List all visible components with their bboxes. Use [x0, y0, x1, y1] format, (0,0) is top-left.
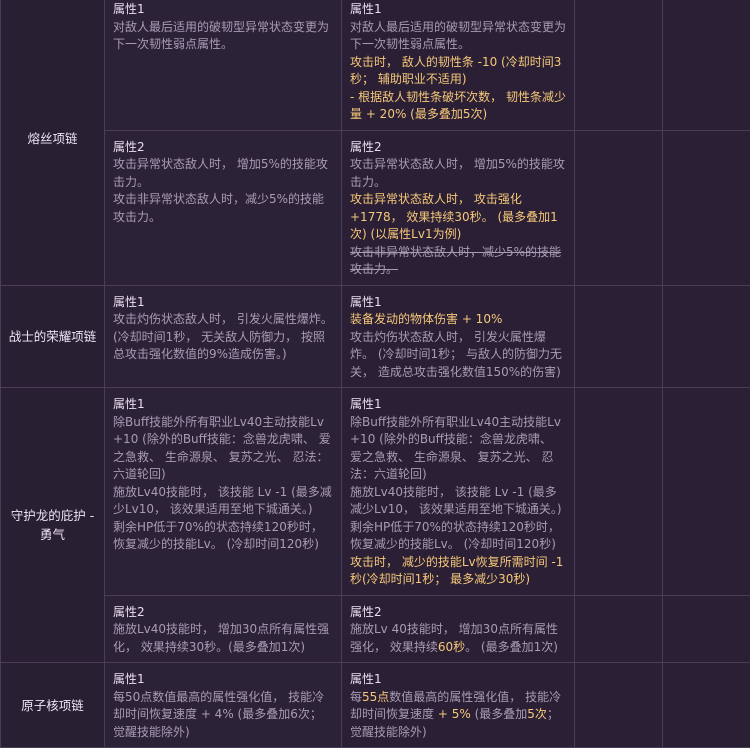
- old-effect-title: 属性2: [113, 139, 333, 157]
- old-effect-line: 剩余HP低于70%的状态持续120秒时， 恢复减少的技能Lv。 (冷却时间120…: [113, 519, 333, 554]
- effect-text: 攻击异常状态敌人时， 增加5%的技能攻击力。: [350, 157, 565, 189]
- new-effect-line: 攻击异常状态敌人时， 增加5%的技能攻击力。: [350, 156, 566, 191]
- effect-text: 施放Lv40技能时， 该技能 Lv -1 (最多减少Lv10， 该效果适用至地下…: [350, 485, 562, 517]
- effect-text: 剩余HP低于70%的状态持续120秒时， 恢复减少的技能Lv。 (冷却时间120…: [350, 520, 560, 552]
- item-name-cell: 守护龙的庇护 - 勇气: [1, 388, 105, 663]
- new-effect-line: 对敌人最后适用的破韧型异常状态变更为下一次韧性弱点属性。: [350, 19, 566, 54]
- empty-cell: [663, 130, 750, 285]
- item-name-cell: 熔丝项链: [1, 0, 105, 285]
- new-effect-cell: 属性2施放Lv 40技能时， 增加30点所有属性强化， 效果持续60秒。 (最多…: [342, 595, 575, 663]
- new-effect-title: 属性1: [350, 1, 566, 19]
- old-effect-title: 属性1: [113, 1, 333, 19]
- empty-cell: [663, 0, 750, 130]
- comparison-table: 熔丝项链属性1对敌人最后适用的破韧型异常状态变更为下一次韧性弱点属性。属性1对敌…: [0, 0, 750, 748]
- effect-text: 对敌人最后适用的破韧型异常状态变更为下一次韧性弱点属性。: [350, 20, 566, 52]
- old-effect-line: 攻击灼伤状态敌人时， 引发火属性爆炸。 (冷却时间1秒， 无关敌人防御力， 按照…: [113, 311, 333, 364]
- new-effect-cell: 属性1装备发动的物体伤害 + 10% 攻击灼伤状态敌人时， 引发火属性爆炸。 (冷…: [342, 285, 575, 388]
- new-effect-cell: 属性1对敌人最后适用的破韧型异常状态变更为下一次韧性弱点属性。攻击时， 敌人的韧…: [342, 0, 575, 130]
- new-effect-cell: 属性1每55点数值最高的属性强化值， 技能冷却时间恢复速度 + 5% (最多叠加…: [342, 663, 575, 748]
- new-effect-line: 每55点数值最高的属性强化值， 技能冷却时间恢复速度 + 5% (最多叠加5次；…: [350, 689, 566, 742]
- empty-cell: [575, 388, 663, 596]
- effect-text: 攻击灼伤状态敌人时， 引发火属性爆炸。 (冷却时间1秒； 与敌人的防御力无关， …: [350, 330, 562, 379]
- new-effect-line: 攻击时， 敌人的韧性条 -10 (冷却时间3秒； 辅助职业不适用): [350, 54, 566, 89]
- old-effect-line: 除Buff技能外所有职业Lv40主动技能Lv +10 (除外的Buff技能：念兽…: [113, 414, 333, 484]
- effect-text: 。 (最多叠加1次): [465, 640, 558, 654]
- empty-cell: [575, 595, 663, 663]
- empty-cell: [663, 663, 750, 748]
- new-effect-cell: 属性2攻击异常状态敌人时， 增加5%的技能攻击力。攻击异常状态敌人时， 攻击强化…: [342, 130, 575, 285]
- effect-text: + 5%: [434, 707, 471, 721]
- new-effect-line: 剩余HP低于70%的状态持续120秒时， 恢复减少的技能Lv。 (冷却时间120…: [350, 519, 566, 554]
- effect-text: - 根据敌人韧性条破坏次数， 韧性条减少量 + 20% (最多叠加5次): [350, 90, 566, 122]
- new-effect-title: 属性2: [350, 139, 566, 157]
- table-row: 守护龙的庇护 - 勇气属性1除Buff技能外所有职业Lv40主动技能Lv +10…: [1, 388, 750, 596]
- old-effect-cell: 属性2攻击异常状态敌人时， 增加5%的技能攻击力。攻击非异常状态敌人时，减少5%…: [105, 130, 342, 285]
- old-effect-cell: 属性1攻击灼伤状态敌人时， 引发火属性爆炸。 (冷却时间1秒， 无关敌人防御力，…: [105, 285, 342, 388]
- table-row: 属性2攻击异常状态敌人时， 增加5%的技能攻击力。攻击非异常状态敌人时，减少5%…: [1, 130, 750, 285]
- old-effect-line: 攻击异常状态敌人时， 增加5%的技能攻击力。: [113, 156, 333, 191]
- table-row: 熔丝项链属性1对敌人最后适用的破韧型异常状态变更为下一次韧性弱点属性。属性1对敌…: [1, 0, 750, 130]
- effect-text: 55点: [362, 690, 389, 704]
- table-row: 原子核项链属性1每50点数值最高的属性强化值， 技能冷却时间恢复速度 + 4% …: [1, 663, 750, 748]
- effect-text: 攻击时， 减少的技能Lv恢复所需时间 -1秒(冷却时间1秒； 最多减少30秒): [350, 555, 563, 587]
- new-effect-line: - 根据敌人韧性条破坏次数， 韧性条减少量 + 20% (最多叠加5次): [350, 89, 566, 124]
- table-row: 属性2施放Lv40技能时， 增加30点所有属性强化， 效果持续30秒。(最多叠加…: [1, 595, 750, 663]
- effect-text: 5次: [527, 707, 547, 721]
- old-effect-line: 施放Lv40技能时， 增加30点所有属性强化， 效果持续30秒。(最多叠加1次): [113, 621, 333, 656]
- new-effect-title: 属性2: [350, 604, 566, 622]
- new-effect-line: 施放Lv40技能时， 该技能 Lv -1 (最多减少Lv10， 该效果适用至地下…: [350, 484, 566, 519]
- new-effect-line: 除Buff技能外所有职业Lv40主动技能Lv +10 (除外的Buff技能：念兽…: [350, 414, 566, 484]
- empty-cell: [575, 285, 663, 388]
- new-effect-line: 攻击非异常状态敌人时，减少5%的技能攻击力。: [350, 244, 566, 279]
- new-effect-line: 施放Lv 40技能时， 增加30点所有属性强化， 效果持续60秒。 (最多叠加1…: [350, 621, 566, 656]
- new-effect-line: 攻击异常状态敌人时， 攻击强化 +1778， 效果持续30秒。 (最多叠加1次)…: [350, 191, 566, 244]
- item-name-cell: 原子核项链: [1, 663, 105, 748]
- effect-text: 攻击时， 敌人的韧性条 -10 (冷却时间3秒； 辅助职业不适用): [350, 55, 561, 87]
- old-effect-title: 属性1: [113, 396, 333, 414]
- table-row: 战士的荣耀项链属性1攻击灼伤状态敌人时， 引发火属性爆炸。 (冷却时间1秒， 无…: [1, 285, 750, 388]
- old-effect-title: 属性1: [113, 294, 333, 312]
- old-effect-line: 攻击非异常状态敌人时，减少5%的技能攻击力。: [113, 191, 333, 226]
- old-effect-line: 每50点数值最高的属性强化值， 技能冷却时间恢复速度 + 4% (最多叠加6次；…: [113, 689, 333, 742]
- old-effect-line: 施放Lv40技能时， 该技能 Lv -1 (最多减少Lv10， 该效果适用至地下…: [113, 484, 333, 519]
- effect-text: 每: [350, 690, 362, 704]
- empty-cell: [663, 285, 750, 388]
- old-effect-title: 属性2: [113, 604, 333, 622]
- effect-text: 装备发动的物体伤害 + 10%: [350, 312, 502, 326]
- old-effect-cell: 属性2施放Lv40技能时， 增加30点所有属性强化， 效果持续30秒。(最多叠加…: [105, 595, 342, 663]
- effect-text: (最多叠加: [471, 707, 528, 721]
- old-effect-cell: 属性1除Buff技能外所有职业Lv40主动技能Lv +10 (除外的Buff技能…: [105, 388, 342, 596]
- empty-cell: [575, 130, 663, 285]
- item-name-cell: 战士的荣耀项链: [1, 285, 105, 388]
- effect-text: 攻击异常状态敌人时， 攻击强化 +1778， 效果持续30秒。 (最多叠加1次)…: [350, 192, 558, 241]
- old-effect-line: 对敌人最后适用的破韧型异常状态变更为下一次韧性弱点属性。: [113, 19, 333, 54]
- old-effect-cell: 属性1对敌人最后适用的破韧型异常状态变更为下一次韧性弱点属性。: [105, 0, 342, 130]
- new-effect-cell: 属性1除Buff技能外所有职业Lv40主动技能Lv +10 (除外的Buff技能…: [342, 388, 575, 596]
- empty-cell: [663, 388, 750, 596]
- new-effect-title: 属性1: [350, 396, 566, 414]
- empty-cell: [663, 595, 750, 663]
- empty-cell: [575, 663, 663, 748]
- old-effect-cell: 属性1每50点数值最高的属性强化值， 技能冷却时间恢复速度 + 4% (最多叠加…: [105, 663, 342, 748]
- effect-text: 攻击非异常状态敌人时，减少5%的技能攻击力。: [350, 245, 561, 277]
- new-effect-line: 攻击灼伤状态敌人时， 引发火属性爆炸。 (冷却时间1秒； 与敌人的防御力无关， …: [350, 329, 566, 382]
- empty-cell: [575, 0, 663, 130]
- effect-text: 除Buff技能外所有职业Lv40主动技能Lv +10 (除外的Buff技能：念兽…: [350, 415, 561, 482]
- new-effect-title: 属性1: [350, 294, 566, 312]
- effect-text: 60秒: [438, 640, 465, 654]
- new-effect-line: 装备发动的物体伤害 + 10%: [350, 311, 566, 329]
- new-effect-line: 攻击时， 减少的技能Lv恢复所需时间 -1秒(冷却时间1秒； 最多减少30秒): [350, 554, 566, 589]
